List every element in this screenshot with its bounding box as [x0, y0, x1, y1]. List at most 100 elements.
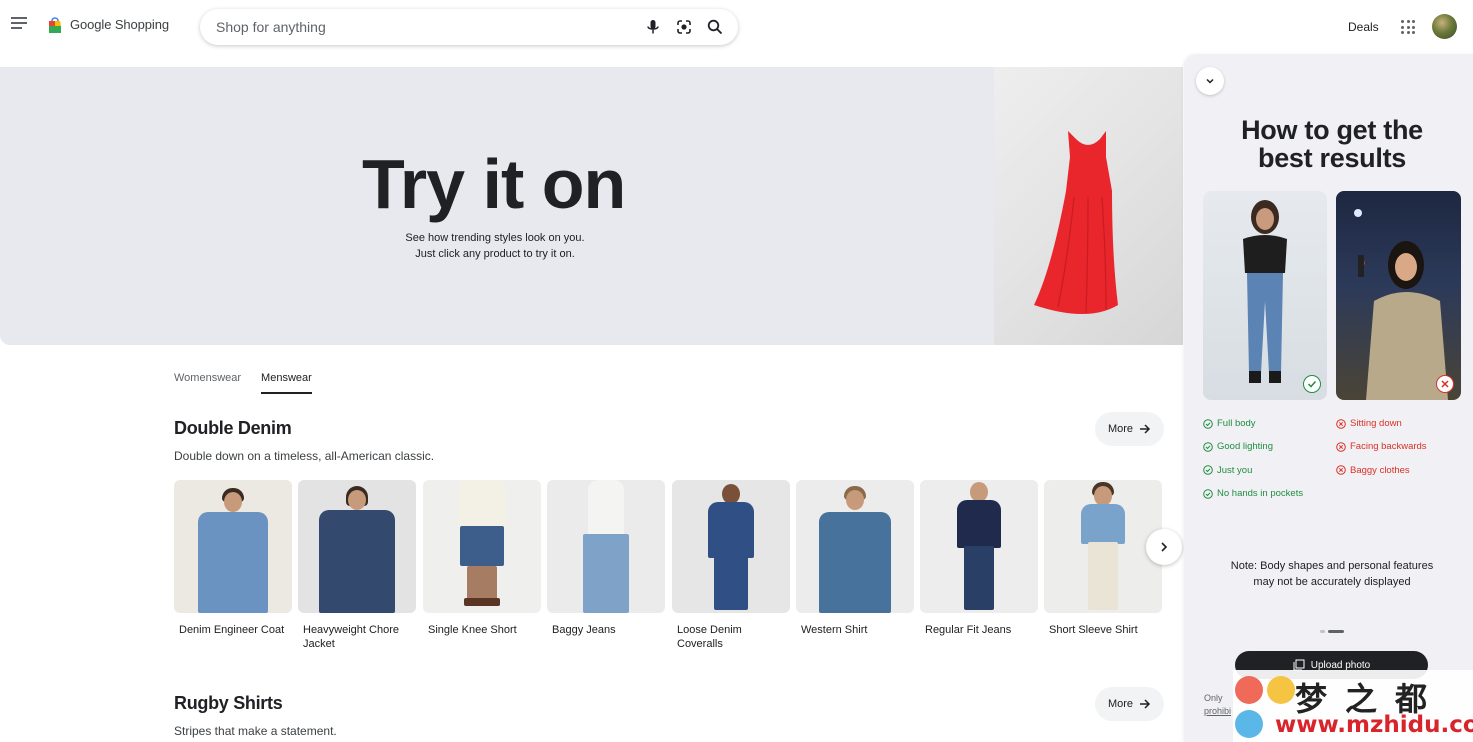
hero-banner: Try it on See how trending styles look o…	[0, 67, 1183, 345]
emoji-face-icon	[1267, 676, 1295, 704]
good-tip: No hands in pockets	[1203, 482, 1303, 505]
product-name-line1: Regular Fit Jeans	[925, 624, 1012, 636]
menu-icon[interactable]	[11, 17, 29, 35]
product-name: Western Shirt	[796, 623, 914, 637]
tab-menswear[interactable]: Menswear	[261, 372, 312, 394]
hero-subtitle-line2: Just click any product to try it on.	[415, 248, 575, 260]
watermark: 梦之都 www.mzhidu.com	[1233, 670, 1473, 742]
product-image	[174, 480, 292, 613]
carousel-next-button[interactable]	[1146, 529, 1182, 565]
product-card[interactable]: Denim Engineer Coat	[174, 480, 292, 637]
product-card[interactable]: Short Sleeve Shirt	[1044, 480, 1162, 637]
product-image	[423, 480, 541, 613]
product-image	[547, 480, 665, 613]
cross-circle-icon	[1336, 465, 1346, 476]
product-name-line1: Heavyweight Chore	[303, 624, 399, 636]
product-name-line2: Coveralls	[677, 638, 723, 650]
product-name: Single Knee Short	[423, 623, 541, 637]
more-label: More	[1107, 423, 1134, 435]
check-circle-icon	[1203, 418, 1213, 429]
product-name-line1: Western Shirt	[801, 624, 868, 636]
apps-grid-icon[interactable]	[1401, 20, 1415, 34]
pagination-dot-active[interactable]	[1328, 630, 1344, 633]
collapse-panel-button[interactable]	[1196, 67, 1224, 95]
panel-title: How to get the best results	[1184, 116, 1473, 172]
section-subtitle-double-denim: Double down on a timeless, all-American …	[174, 449, 435, 463]
section-title-rugby-shirts: Rugby Shirts	[174, 693, 283, 713]
pagination-dot[interactable]	[1320, 630, 1325, 633]
product-card[interactable]: Single Knee Short	[423, 480, 541, 637]
product-name: Loose Denim Coveralls	[672, 623, 790, 651]
deals-link[interactable]: Deals	[1348, 20, 1379, 34]
arrow-right-icon	[1140, 424, 1151, 434]
check-circle-icon	[1203, 465, 1213, 476]
check-circle-icon	[1203, 442, 1213, 452]
product-name: Regular Fit Jeans	[920, 623, 1038, 637]
chevron-right-icon	[1161, 542, 1168, 552]
shopping-bag-icon	[49, 17, 61, 33]
product-image	[1044, 480, 1162, 613]
bad-tip: Facing backwards	[1336, 435, 1427, 458]
product-name-line1: Loose Denim	[677, 624, 742, 636]
good-tip-label: No hands in pockets	[1217, 488, 1304, 500]
panel-note: Note: Body shapes and personal features …	[1214, 558, 1450, 590]
emoji-face-icon	[1235, 710, 1263, 738]
check-badge-icon	[1303, 375, 1321, 393]
product-name: Short Sleeve Shirt	[1044, 623, 1162, 637]
product-name-line1: Short Sleeve Shirt	[1049, 624, 1138, 636]
arrow-right-icon	[1140, 699, 1151, 709]
section-title-double-denim: Double Denim	[174, 418, 292, 438]
check-circle-icon	[1203, 488, 1213, 499]
product-card[interactable]: Baggy Jeans	[547, 480, 665, 637]
search-bar	[200, 9, 738, 45]
good-tip-label: Full body	[1217, 418, 1256, 430]
hero-subtitle: See how trending styles look on you. Jus…	[395, 230, 595, 262]
product-name: Heavyweight Chore Jacket	[298, 623, 416, 651]
product-name-line1: Denim Engineer Coat	[179, 624, 285, 636]
disclaimer-link[interactable]: prohibi	[1204, 706, 1231, 716]
cross-circle-icon	[1336, 418, 1346, 429]
product-image	[298, 480, 416, 613]
product-name-line1: Baggy Jeans	[552, 624, 616, 636]
good-example-photo	[1203, 191, 1327, 400]
product-name: Denim Engineer Coat	[174, 623, 292, 637]
more-button-rugby-shirts[interactable]: More	[1095, 687, 1164, 721]
try-on-tips-panel: How to get the best results Full body Go…	[1184, 54, 1473, 742]
cross-circle-icon	[1336, 442, 1346, 452]
product-image	[920, 480, 1038, 613]
product-card[interactable]: Loose Denim Coveralls	[672, 480, 790, 651]
bad-tip: Sitting down	[1336, 412, 1427, 435]
camera-lens-icon[interactable]	[675, 18, 693, 36]
product-card[interactable]: Regular Fit Jeans	[920, 480, 1038, 637]
product-name-line2: Jacket	[303, 638, 335, 650]
note-line2: may not be accurately displayed	[1253, 576, 1411, 588]
product-card[interactable]: Heavyweight Chore Jacket	[298, 480, 416, 651]
google-shopping-logo[interactable]: Google Shopping	[46, 15, 169, 34]
cross-badge-icon	[1436, 375, 1454, 393]
bad-example-photo	[1336, 191, 1461, 400]
product-image	[796, 480, 914, 613]
tab-womenswear[interactable]: Womenswear	[174, 372, 241, 394]
good-tips-list: Full body Good lighting Just you No hand…	[1203, 412, 1303, 505]
product-name-line1: Single Knee Short	[428, 624, 517, 636]
avatar[interactable]	[1432, 14, 1457, 39]
more-button-double-denim[interactable]: More	[1095, 412, 1164, 446]
good-tip-label: Just you	[1217, 464, 1253, 476]
header: Google Shopping Deals	[0, 0, 1473, 54]
more-label: More	[1107, 698, 1134, 710]
product-image	[672, 480, 790, 613]
hero-subtitle-line1: See how trending styles look on you.	[405, 232, 585, 244]
bad-tip-label: Facing backwards	[1350, 441, 1427, 453]
upload-photo-label: Upload photo	[1310, 659, 1371, 671]
search-icon[interactable]	[706, 18, 724, 36]
red-dress-image	[994, 67, 1183, 345]
red-dress-illustration	[1034, 131, 1118, 314]
pagination-dots	[1320, 630, 1344, 633]
section-subtitle-rugby-shirts: Stripes that make a statement.	[174, 724, 337, 738]
good-tip-label: Good lighting	[1217, 441, 1273, 453]
category-tabs: Womenswear Menswear	[174, 372, 312, 394]
emoji-face-icon	[1235, 676, 1263, 704]
product-card[interactable]: Western Shirt	[796, 480, 914, 637]
microphone-icon[interactable]	[644, 18, 662, 36]
search-input[interactable]	[216, 9, 616, 45]
